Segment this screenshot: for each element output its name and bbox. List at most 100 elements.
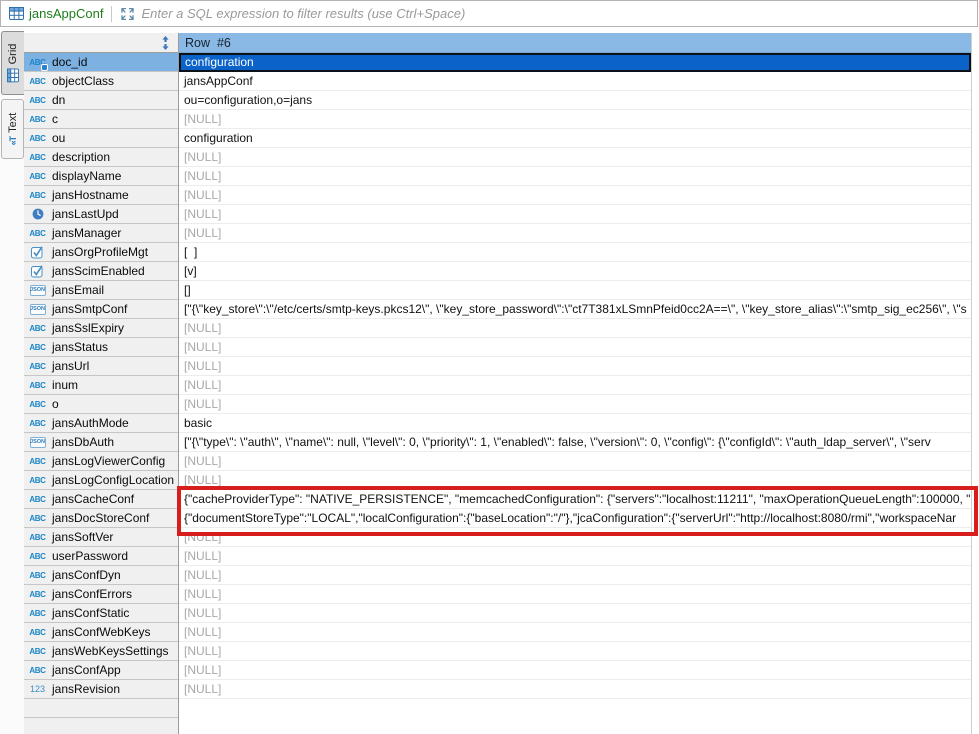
- field-row-objectClass[interactable]: ABC objectClass: [24, 72, 178, 91]
- value-cell-dn[interactable]: ou=configuration,o=jans: [179, 91, 971, 110]
- value-cell-jansLogViewerConfig[interactable]: [NULL]: [179, 452, 971, 471]
- field-row-jansWebKeysSettings[interactable]: ABC jansWebKeysSettings: [24, 642, 178, 661]
- field-name-label: jansLogViewerConfig: [52, 454, 166, 468]
- field-name-label: jansConfApp: [52, 663, 121, 677]
- field-row-jansSslExpiry[interactable]: ABC jansSslExpiry: [24, 319, 178, 338]
- field-row-jansAuthMode[interactable]: ABC jansAuthMode: [24, 414, 178, 433]
- table-name-label[interactable]: jansAppConf: [29, 6, 103, 21]
- value-cell-doc_id[interactable]: configuration: [179, 53, 971, 72]
- value-cell-objectClass[interactable]: jansAppConf: [179, 72, 971, 91]
- value-cell-jansRevision[interactable]: [NULL]: [179, 680, 971, 699]
- tab-text-view[interactable]: «T Text: [1, 99, 24, 159]
- expand-panel-icon[interactable]: [120, 7, 135, 21]
- value-cell-description[interactable]: [NULL]: [179, 148, 971, 167]
- value-cell-jansAuthMode[interactable]: basic: [179, 414, 971, 433]
- fields-column: ABC doc_id ABC objectClass ABC dn ABC c ABC ou ABC…: [24, 33, 179, 734]
- field-row-jansLastUpd[interactable]: jansLastUpd: [24, 205, 178, 224]
- string-type-icon: ABC: [29, 380, 46, 390]
- fields-column-header[interactable]: [24, 33, 178, 53]
- field-row-jansScimEnabled[interactable]: jansScimEnabled: [24, 262, 178, 281]
- field-row-jansHostname[interactable]: ABC jansHostname: [24, 186, 178, 205]
- field-row-doc_id[interactable]: ABC doc_id: [24, 53, 178, 72]
- field-name-label: jansHostname: [52, 188, 129, 202]
- field-row-ou[interactable]: ABC ou: [24, 129, 178, 148]
- value-cell-jansManager[interactable]: [NULL]: [179, 224, 971, 243]
- row-header-cell[interactable]: Row #6: [179, 33, 971, 53]
- field-name-label: jansManager: [52, 226, 122, 240]
- string-type-icon: ABC: [29, 494, 46, 504]
- field-row-jansSmtpConf[interactable]: JSON jansSmtpConf: [24, 300, 178, 319]
- field-row-dn[interactable]: ABC dn: [24, 91, 178, 110]
- value-cell-jansSoftVer[interactable]: [NULL]: [179, 528, 971, 547]
- field-row-description[interactable]: ABC description: [24, 148, 178, 167]
- value-cell-displayName[interactable]: [NULL]: [179, 167, 971, 186]
- field-row-jansConfWebKeys[interactable]: ABC jansConfWebKeys: [24, 623, 178, 642]
- fields-column-rows: ABC doc_id ABC objectClass ABC dn ABC c ABC ou ABC…: [24, 53, 178, 718]
- field-row-jansRevision[interactable]: 123 jansRevision: [24, 680, 178, 699]
- string-type-icon: ABC: [29, 114, 46, 124]
- sql-filter-input[interactable]: [141, 2, 977, 25]
- value-cell-jansConfWebKeys[interactable]: [NULL]: [179, 623, 971, 642]
- value-cell-jansUrl[interactable]: [NULL]: [179, 357, 971, 376]
- field-name-label: jansSmtpConf: [52, 302, 128, 316]
- field-name-label: jansDocStoreConf: [52, 511, 150, 525]
- text-view-icon: «T: [7, 136, 18, 146]
- sort-arrows-icon[interactable]: [161, 35, 170, 50]
- value-cell-jansConfStatic[interactable]: [NULL]: [179, 604, 971, 623]
- field-row-jansDocStoreConf[interactable]: ABC jansDocStoreConf: [24, 509, 178, 528]
- value-cell-userPassword[interactable]: [NULL]: [179, 547, 971, 566]
- field-name-label: jansConfStatic: [52, 606, 130, 620]
- field-name-label: jansCacheConf: [52, 492, 135, 506]
- value-cell-jansSmtpConf[interactable]: ["{\"key_store\":\"/etc/certs/smtp-keys.…: [179, 300, 971, 319]
- value-cell-jansEmail[interactable]: []: [179, 281, 971, 300]
- value-cell-jansWebKeysSettings[interactable]: [NULL]: [179, 642, 971, 661]
- value-cell-jansConfDyn[interactable]: [NULL]: [179, 566, 971, 585]
- value-cell-c[interactable]: [NULL]: [179, 110, 971, 129]
- field-row-jansSoftVer[interactable]: ABC jansSoftVer: [24, 528, 178, 547]
- value-cell-jansScimEnabled[interactable]: [v]: [179, 262, 971, 281]
- value-cell-jansHostname[interactable]: [NULL]: [179, 186, 971, 205]
- value-cell-jansLogConfigLocation[interactable]: [NULL]: [179, 471, 971, 490]
- field-row-jansStatus[interactable]: ABC jansStatus: [24, 338, 178, 357]
- field-row-jansDbAuth[interactable]: JSON jansDbAuth: [24, 433, 178, 452]
- field-row-inum[interactable]: ABC inum: [24, 376, 178, 395]
- field-row-o[interactable]: ABC o: [24, 395, 178, 414]
- field-name-label: o: [52, 397, 59, 411]
- string-type-icon: ABC: [29, 608, 46, 618]
- field-row-jansConfDyn[interactable]: ABC jansConfDyn: [24, 566, 178, 585]
- field-row-jansUrl[interactable]: ABC jansUrl: [24, 357, 178, 376]
- value-cell-jansDocStoreConf[interactable]: {"documentStoreType":"LOCAL","localConfi…: [179, 509, 971, 528]
- value-cell-ou[interactable]: configuration: [179, 129, 971, 148]
- value-cell-jansConfErrors[interactable]: [NULL]: [179, 585, 971, 604]
- value-cell-jansStatus[interactable]: [NULL]: [179, 338, 971, 357]
- value-cell-jansCacheConf[interactable]: {"cacheProviderType": "NATIVE_PERSISTENC…: [179, 490, 971, 509]
- field-row-jansCacheConf[interactable]: ABC jansCacheConf: [24, 490, 178, 509]
- field-name-label: doc_id: [52, 55, 88, 69]
- field-row-c[interactable]: ABC c: [24, 110, 178, 129]
- field-name-label: jansLogConfigLocation: [52, 473, 175, 487]
- primary-key-badge-icon: [41, 64, 48, 71]
- value-cell-o[interactable]: [NULL]: [179, 395, 971, 414]
- value-cell-jansConfApp[interactable]: [NULL]: [179, 661, 971, 680]
- field-name-label: jansEmail: [52, 283, 105, 297]
- field-row-jansConfErrors[interactable]: ABC jansConfErrors: [24, 585, 178, 604]
- field-row-jansConfApp[interactable]: ABC jansConfApp: [24, 661, 178, 680]
- value-cell-jansDbAuth[interactable]: ["{\"type\": \"auth\", \"name\": null, \…: [179, 433, 971, 452]
- field-name-label: jansOrgProfileMgt: [52, 245, 149, 259]
- value-cell-jansOrgProfileMgt[interactable]: [ ]: [179, 243, 971, 262]
- field-row-jansConfStatic[interactable]: ABC jansConfStatic: [24, 604, 178, 623]
- value-cell-jansLastUpd[interactable]: [NULL]: [179, 205, 971, 224]
- field-row-jansEmail[interactable]: JSON jansEmail: [24, 281, 178, 300]
- field-row-jansOrgProfileMgt[interactable]: jansOrgProfileMgt: [24, 243, 178, 262]
- field-row-displayName[interactable]: ABC displayName: [24, 167, 178, 186]
- value-cell-inum[interactable]: [NULL]: [179, 376, 971, 395]
- field-name-label: jansUrl: [52, 359, 90, 373]
- value-cell-jansSslExpiry[interactable]: [NULL]: [179, 319, 971, 338]
- field-row-userPassword[interactable]: ABC userPassword: [24, 547, 178, 566]
- field-row-jansManager[interactable]: ABC jansManager: [24, 224, 178, 243]
- string-type-icon: ABC: [29, 532, 46, 542]
- string-type-icon: ABC: [29, 133, 46, 143]
- tab-grid-view[interactable]: Grid: [1, 31, 24, 95]
- field-row-jansLogConfigLocation[interactable]: ABC jansLogConfigLocation: [24, 471, 178, 490]
- field-row-jansLogViewerConfig[interactable]: ABC jansLogViewerConfig: [24, 452, 178, 471]
